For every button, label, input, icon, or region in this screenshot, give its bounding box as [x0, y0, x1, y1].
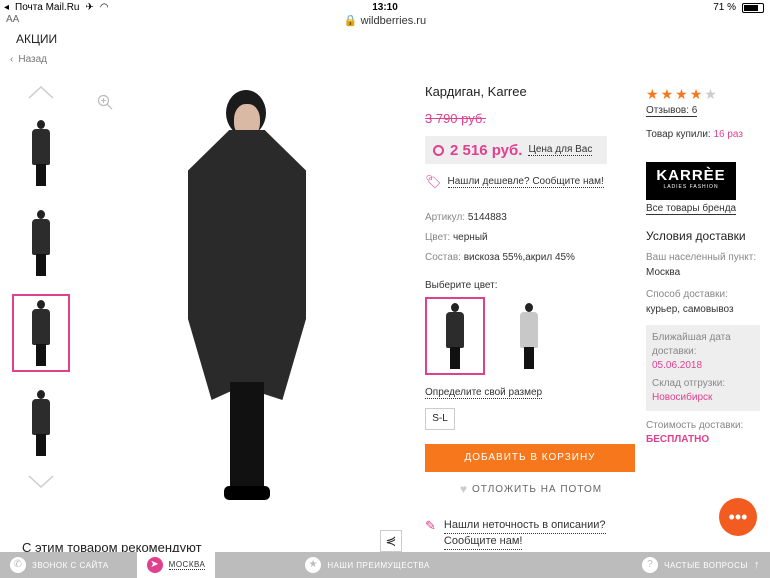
star-icon: ★	[689, 86, 703, 102]
spec-composition: Состав: вискоза 55%,акрил 45%	[425, 252, 575, 263]
delivery-info-box: Ближайшая дата доставки: 05.06.2018 Скла…	[646, 325, 760, 411]
battery-icon	[742, 2, 764, 13]
postpone-label: ОТЛОЖИТЬ НА ПОТОМ	[472, 483, 603, 495]
size-option-s-l[interactable]: S-L	[425, 408, 455, 430]
warehouse-value: Новосибирск	[652, 392, 713, 403]
your-price-link[interactable]: Цена для Вас	[528, 144, 593, 156]
color-swatch-grey[interactable]	[499, 297, 559, 375]
delivery-date-label: Ближайшая дата доставки:	[652, 332, 731, 357]
battery-percent: 71 %	[713, 2, 736, 13]
browser-url-bar[interactable]: AA 🔒 wildberries.ru	[0, 14, 770, 30]
reviews-link[interactable]: Отзывов: 6	[646, 105, 698, 117]
menu-akcii-link[interactable]: АКЦИИ	[16, 32, 57, 46]
delivery-cost-label: Стоимость доставки:	[646, 420, 744, 431]
clock-icon	[433, 144, 444, 156]
thumbnail-gallery	[12, 82, 70, 492]
color-swatches	[425, 297, 637, 375]
chevron-left-icon: ‹	[10, 54, 14, 65]
location-arrow-icon: ➤	[146, 557, 163, 573]
product-specs: Артикул: 5144883 Цвет: черный Состав: ви…	[425, 208, 637, 268]
spec-article: Артикул: 5144883	[425, 212, 507, 223]
chat-bubble-icon: •••	[728, 507, 748, 527]
pencil-icon: ✎	[425, 518, 436, 533]
thumbnail-3[interactable]	[12, 294, 70, 372]
zoom-icon[interactable]	[97, 94, 113, 110]
bought-count: Товар купили: 16 раз	[646, 129, 743, 140]
price-box: 2 516 руб. Цена для Вас	[425, 136, 607, 164]
warehouse-label: Склад отгрузки:	[652, 378, 726, 389]
chevron-down-icon[interactable]	[12, 472, 70, 492]
thumbnail-2[interactable]	[12, 204, 70, 282]
all-brand-products-link[interactable]: Все товары бренда	[646, 203, 737, 215]
choose-color-label: Выберите цвет:	[425, 280, 498, 291]
star-empty-icon: ★	[704, 86, 717, 102]
faq-button[interactable]: ? ЧАСТЫЕ ВОПРОСЫ ↑	[632, 552, 770, 578]
thumbnail-4[interactable]	[12, 384, 70, 462]
price-tag-icon: 🏷	[425, 174, 442, 189]
postpone-button[interactable]: ♥ ОТЛОЖИТЬ НА ПОТОМ	[425, 482, 637, 496]
delivery-title: Условия доставки	[646, 229, 746, 243]
report-error-link[interactable]: ✎ Нашли неточность в описании? Сообщите …	[425, 518, 606, 550]
found-cheaper-link[interactable]: 🏷 Нашли дешевле? Сообщите нам!	[425, 174, 637, 190]
product-info: Кардиган, Karree 3 790 руб. 2 516 руб. Ц…	[425, 84, 637, 496]
callback-label: ЗВОНОК С САЙТА	[32, 560, 109, 570]
product-sidebar: ★ ★ ★ ★ ★ Отзывов: 6 Товар купили: 16 раз KA…	[646, 86, 766, 447]
found-cheaper-label: Нашли дешевле? Сообщите нам!	[447, 176, 604, 188]
back-link[interactable]: ‹ Назад	[10, 54, 47, 65]
question-icon: ?	[642, 557, 659, 573]
delivery-cost-value: БЕСПЛАТНО	[646, 434, 710, 445]
delivery-date-value: 05.06.2018	[652, 360, 703, 371]
arrow-up-icon: ↑	[754, 559, 760, 571]
phone-icon: ✆	[10, 557, 26, 573]
star-icon: ★	[646, 86, 659, 102]
report-error-line1: Нашли неточность в описании?	[443, 518, 606, 534]
size-guide-link[interactable]: Определите свой размер	[425, 387, 543, 399]
advantages-label: НАШИ ПРЕИМУЩЕСТВА	[327, 560, 430, 570]
thumbnail-1[interactable]	[12, 114, 70, 192]
back-label: Назад	[18, 54, 47, 65]
brand-logo[interactable]: KARRÈE LADIES FASHION	[646, 162, 736, 200]
heart-icon: ♥	[459, 482, 469, 496]
bottom-bar: ✆ ЗВОНОК С САЙТА ➤ МОСКВА ★ НАШИ ПРЕИМУЩ…	[0, 552, 770, 578]
share-icon[interactable]: ⋞	[380, 530, 402, 552]
faq-label: ЧАСТЫЕ ВОПРОСЫ	[664, 560, 748, 570]
spec-color: Цвет: черный	[425, 232, 488, 243]
callback-button[interactable]: ✆ ЗВОНОК С САЙТА	[0, 552, 119, 578]
advantages-button[interactable]: ★ НАШИ ПРЕИМУЩЕСТВА	[295, 552, 439, 578]
city-value: Москва	[646, 267, 681, 278]
city-select-button[interactable]: ➤ МОСКВА	[136, 552, 216, 578]
clock-time: 13:10	[372, 2, 398, 13]
star-icon: ★	[675, 86, 688, 102]
report-error-line2: Сообщите нам!	[443, 534, 523, 550]
product-main-image[interactable]	[148, 82, 340, 512]
color-swatch-black[interactable]	[425, 297, 485, 375]
delivery-method-value: курьер, самовывоз	[646, 304, 734, 315]
delivery-method-label: Способ доставки:	[646, 289, 728, 300]
city-select-label: МОСКВА	[168, 560, 206, 570]
current-price: 2 516 руб.	[450, 141, 523, 159]
chat-button[interactable]: •••	[719, 498, 757, 536]
product-title: Кардиган, Karree	[425, 84, 527, 99]
reader-aa-button[interactable]: AA	[6, 14, 19, 25]
chevron-up-icon[interactable]	[12, 82, 70, 102]
star-icon: ★	[660, 86, 674, 102]
rating-stars: ★ ★ ★ ★ ★	[646, 86, 766, 103]
old-price: 3 790 руб.	[425, 111, 486, 126]
city-label: Ваш населенный пункт:	[646, 252, 757, 263]
url-text[interactable]: wildberries.ru	[361, 15, 426, 27]
lock-icon: 🔒	[343, 15, 358, 27]
add-to-cart-button[interactable]: ДОБАВИТЬ В КОРЗИНУ	[425, 444, 635, 472]
star-icon: ★	[305, 557, 322, 573]
